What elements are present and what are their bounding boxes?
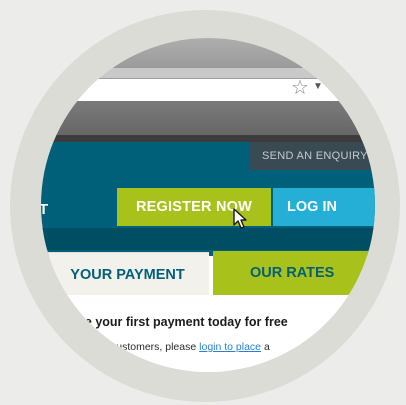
prompt-prefix: customers, please xyxy=(111,341,197,353)
toolbar-divider xyxy=(41,135,375,142)
mouse-cursor-icon xyxy=(233,208,247,229)
headline-text: ake your first payment today for free xyxy=(71,315,288,329)
login-prompt-text: customers, please login to place a xyxy=(111,341,270,353)
address-bar[interactable] xyxy=(41,78,375,102)
login-button[interactable]: LOG IN xyxy=(273,188,375,226)
prompt-suffix: a xyxy=(263,341,270,353)
browser-tabbar xyxy=(41,68,375,78)
tab-our-rates[interactable]: OUR RATES xyxy=(213,251,375,295)
header-band xyxy=(41,228,375,250)
browser-titlebar xyxy=(41,38,375,68)
send-enquiry-button[interactable]: SEND AN ENQUIRY xyxy=(250,142,375,170)
nav-item-fragment[interactable]: T xyxy=(41,201,48,218)
browser-toolbar xyxy=(41,101,375,135)
content-area xyxy=(41,295,375,372)
dropdown-arrow-icon[interactable]: ▼ xyxy=(313,79,323,95)
login-to-place-link[interactable]: login to place xyxy=(199,341,261,353)
magnifier-lens: ☆ ▼ SEND AN ENQUIRY T REGISTER NOW LOG I… xyxy=(41,38,375,372)
bookmark-star-icon[interactable]: ☆ xyxy=(289,77,311,99)
tab-your-payment[interactable]: YOUR PAYMENT xyxy=(46,252,209,297)
